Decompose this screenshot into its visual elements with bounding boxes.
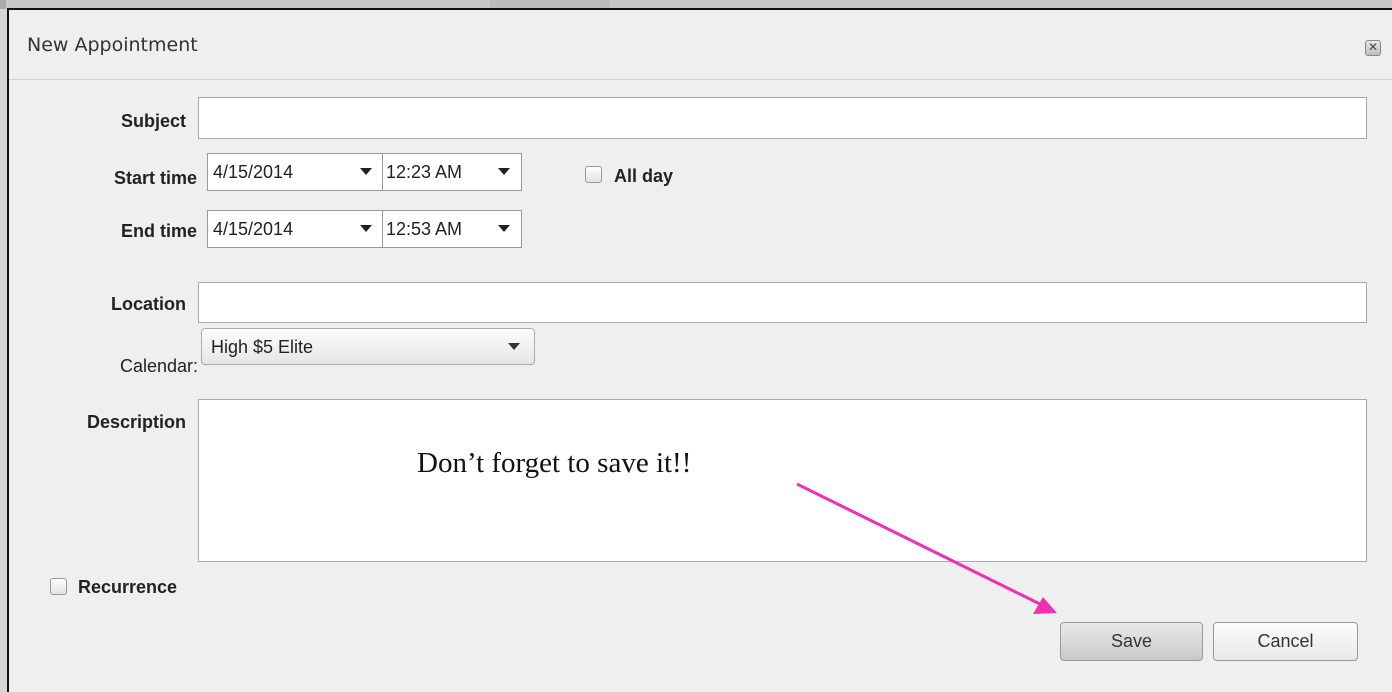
annotation-arrow (796, 482, 1057, 614)
save-button[interactable]: Save (1060, 622, 1203, 661)
arrow-head (1033, 597, 1057, 614)
arrow-shaft (796, 482, 1041, 606)
cancel-button[interactable]: Cancel (1213, 622, 1358, 661)
